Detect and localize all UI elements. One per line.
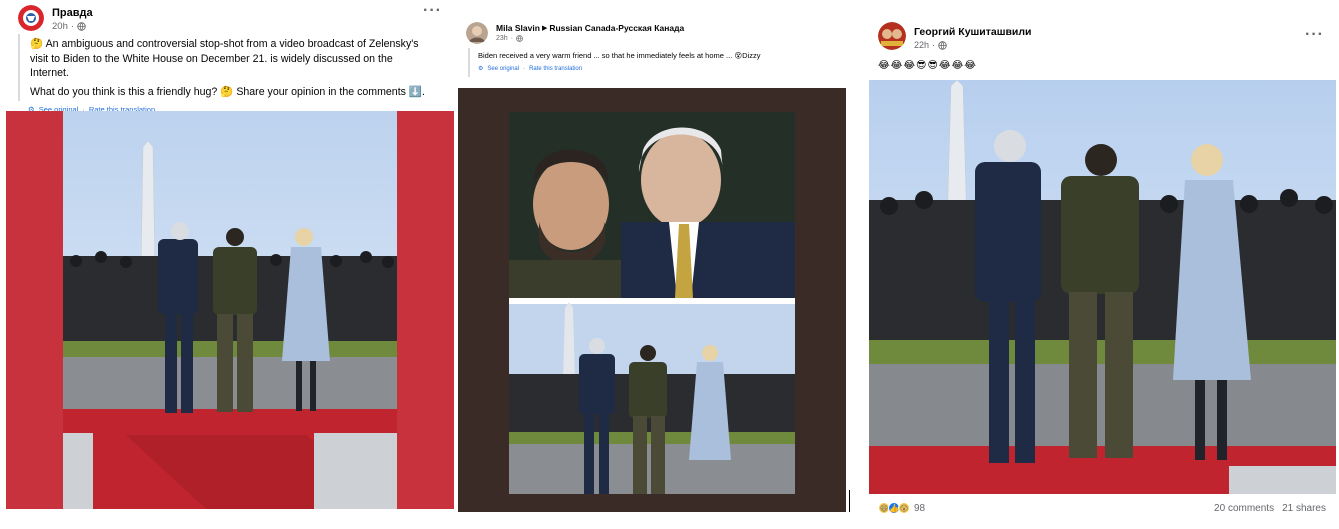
author-name: Mila Slavin ▶ Russian Canada-Русская Кан…	[496, 23, 684, 33]
author-name[interactable]: Георгий Кушиташвили	[914, 26, 1032, 38]
post-text: 😂😂😂😎😎😂😂😂	[878, 60, 977, 71]
author-name-link[interactable]: Mila Slavin	[496, 23, 540, 33]
separator: ·	[523, 66, 526, 72]
globe-icon	[938, 40, 947, 50]
white-house-photo	[869, 80, 1336, 494]
post-meta: 23h ·	[496, 35, 684, 42]
separator: ·	[70, 21, 75, 32]
rate-translation-link[interactable]: Rate this translation	[529, 64, 582, 75]
post-photo[interactable]	[6, 111, 454, 509]
wow-icon: 😮	[898, 502, 910, 514]
avatar[interactable]	[18, 5, 44, 31]
post-pravda: Правда 20h · ··· 🤔 An ambiguous and cont…	[6, 0, 454, 515]
see-original-link[interactable]: See original	[487, 64, 519, 75]
post-text: Biden received a very warm friend ... so…	[468, 48, 828, 77]
post-photo[interactable]	[458, 88, 846, 512]
more-options-button[interactable]: ···	[1305, 26, 1324, 44]
reactions-summary[interactable]: 😆 👍 😮 98	[878, 502, 925, 514]
thinking-emoji: 🤔	[30, 38, 44, 50]
more-options-button[interactable]: ···	[423, 2, 442, 20]
separator: ·	[932, 40, 936, 50]
post-time[interactable]: 22h	[914, 40, 929, 50]
post-meta: 22h ·	[914, 40, 1032, 50]
post-meta: 20h ·	[52, 21, 93, 32]
translation-row: ⚙ See original · Rate this translation	[478, 64, 828, 75]
comments-count[interactable]: 20 comments	[1214, 503, 1274, 514]
avatar[interactable]	[466, 22, 488, 44]
post-header: Правда 20h · ···	[6, 0, 454, 34]
post-text: 🤔 An ambiguous and controversial stop-sh…	[18, 34, 438, 101]
post-header: Георгий Кушиташвили 22h · ···	[866, 12, 1336, 56]
post-text-paragraph: Biden received a very warm friend ... so…	[478, 51, 761, 60]
reaction-count: 98	[914, 502, 926, 514]
post-time[interactable]: 20h	[52, 21, 68, 32]
shares-count[interactable]: 21 shares	[1282, 503, 1326, 514]
group-name-link[interactable]: Russian Canada-Русская Канада	[549, 23, 684, 33]
author-name[interactable]: Правда	[52, 7, 93, 19]
post-text-paragraph-1: An ambiguous and controversial stop-shot…	[30, 38, 419, 79]
post-header: Mila Slavin ▶ Russian Canada-Русская Кан…	[458, 12, 848, 48]
post-time[interactable]: 23h	[496, 35, 508, 42]
collage-photos	[509, 112, 795, 494]
gear-icon: ⚙	[478, 66, 484, 72]
text-cursor	[849, 490, 850, 512]
white-house-photo	[63, 111, 397, 509]
avatar[interactable]	[878, 22, 906, 50]
globe-icon	[77, 22, 86, 31]
post-georgiy: Георгий Кушиташвили 22h · ··· 😂😂😂😎😎😂😂😂 😆…	[866, 12, 1336, 520]
separator: ·	[510, 35, 514, 42]
post-mila-slavin: Mila Slavin ▶ Russian Canada-Русская Кан…	[458, 12, 848, 512]
post-text-paragraph-2: What do you think is this a friendly hug…	[30, 85, 426, 98]
caret-right-icon: ▶	[541, 25, 548, 32]
post-footer: 😆 👍 😮 98 20 comments 21 shares	[878, 502, 1326, 514]
globe-icon	[516, 35, 523, 42]
photo-collage	[509, 112, 795, 494]
post-photo[interactable]	[869, 80, 1336, 494]
